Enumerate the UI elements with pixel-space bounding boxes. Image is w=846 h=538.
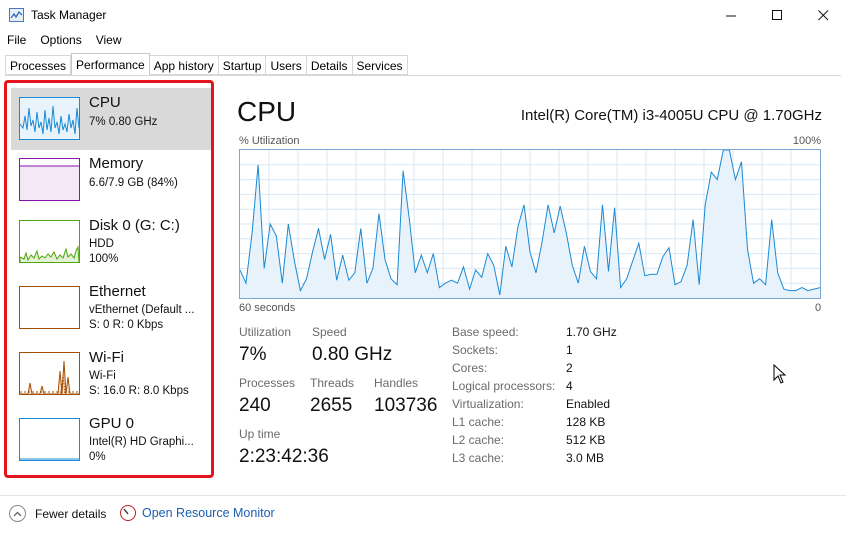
menu-bar: File Options View	[0, 31, 129, 51]
sidebar-item-detail: 6.6/7.9 GB (84%)	[89, 177, 178, 189]
tab-app-history[interactable]: App history	[149, 55, 219, 75]
spec-label-virtualization: Virtualization:	[452, 397, 524, 411]
wifi-thumbnail-graph	[19, 352, 80, 395]
spec-label-l3-cache: L3 cache:	[452, 451, 505, 465]
tab-services[interactable]: Services	[352, 55, 408, 75]
sidebar-item-detail: Intel(R) HD Graphi...	[89, 436, 194, 448]
ethernet-thumbnail-graph	[19, 286, 80, 329]
uptime-label: Up time	[239, 427, 281, 441]
tab-users[interactable]: Users	[266, 55, 307, 75]
tab-processes[interactable]: Processes	[5, 55, 72, 75]
spec-label-cores: Cores:	[452, 361, 488, 375]
sidebar-item-name: Memory	[89, 155, 144, 172]
tab-bar: Processes Performance App history Startu…	[5, 53, 408, 75]
tab-performance[interactable]: Performance	[71, 53, 150, 75]
open-resource-monitor-link[interactable]: Open Resource Monitor	[120, 505, 275, 521]
spec-value-cores: 2	[566, 361, 573, 375]
graph-y-max-label: 100%	[792, 135, 821, 147]
page-title: CPU	[237, 96, 297, 127]
tab-startup[interactable]: Startup	[218, 55, 267, 75]
sidebar-item-wifi[interactable]: Wi-Fi Wi-Fi S: 16.0 R: 8.0 Kbps	[11, 343, 211, 405]
sidebar-item-detail-2: 100%	[89, 253, 119, 265]
maximize-icon	[771, 9, 782, 20]
handles-label: Handles	[374, 376, 419, 390]
close-button[interactable]	[800, 0, 846, 30]
handles-value: 103736	[374, 395, 438, 416]
spec-label-l2-cache: L2 cache:	[452, 433, 505, 447]
resource-sidebar: CPU 7% 0.80 GHz Memory 6.6/7.9 GB (84%) …	[4, 80, 214, 478]
spec-label-base-speed: Base speed:	[452, 325, 519, 339]
utilization-value: 7%	[239, 344, 267, 365]
spec-value-virtualization: Enabled	[566, 397, 611, 411]
graph-y-label: % Utilization	[239, 135, 300, 147]
spec-value-base-speed: 1.70 GHz	[566, 325, 617, 339]
threads-value: 2655	[310, 395, 353, 416]
tab-divider	[5, 75, 841, 76]
sidebar-item-name: CPU	[89, 94, 121, 111]
gpu-thumbnail-graph	[19, 418, 80, 461]
sidebar-item-detail: 7% 0.80 GHz	[89, 116, 158, 128]
cpu-model-name: Intel(R) Core(TM) i3-4005U CPU @ 1.70GHz	[520, 107, 822, 124]
spec-label-l1-cache: L1 cache:	[452, 415, 505, 429]
sidebar-item-cpu[interactable]: CPU 7% 0.80 GHz	[11, 88, 211, 150]
cpu-thumbnail-graph	[19, 97, 80, 140]
menu-file[interactable]: File	[0, 31, 33, 51]
sidebar-item-name: GPU 0	[89, 415, 135, 432]
sidebar-item-gpu[interactable]: GPU 0 Intel(R) HD Graphi... 0%	[11, 409, 211, 471]
spec-value-l1-cache: 128 KB	[566, 415, 606, 429]
processes-value: 240	[239, 395, 271, 416]
spec-value-sockets: 1	[566, 343, 573, 357]
sidebar-item-detail-2: 0%	[89, 451, 106, 463]
graph-x-min-label: 0	[815, 302, 822, 314]
task-manager-icon	[9, 8, 24, 22]
title-bar: Task Manager	[0, 0, 846, 30]
sidebar-item-name: Wi-Fi	[89, 349, 124, 366]
maximize-button[interactable]	[754, 0, 800, 30]
spec-value-l3-cache: 3.0 MB	[566, 451, 605, 465]
window-title: Task Manager	[31, 8, 107, 22]
footer-divider	[0, 495, 846, 496]
sidebar-item-detail-2: S: 16.0 R: 8.0 Kbps	[89, 385, 189, 397]
minimize-button[interactable]	[708, 0, 754, 30]
menu-view[interactable]: View	[89, 31, 129, 51]
speed-value: 0.80 GHz	[312, 344, 393, 365]
utilization-label: Utilization	[239, 325, 292, 339]
fewer-details-button[interactable]: Fewer details	[9, 505, 106, 522]
spec-value-logical-processors: 4	[566, 379, 573, 393]
disk-thumbnail-graph	[19, 220, 80, 263]
tab-details[interactable]: Details	[306, 55, 353, 75]
sidebar-item-name: Disk 0 (G: C:)	[89, 217, 180, 234]
chevron-up-icon	[9, 505, 26, 522]
fewer-details-label: Fewer details	[35, 506, 107, 521]
sidebar-item-memory[interactable]: Memory 6.6/7.9 GB (84%)	[11, 149, 211, 211]
close-icon	[817, 9, 828, 20]
uptime-value: 2:23:42:36	[239, 446, 329, 467]
cpu-utilization-chart	[239, 149, 821, 298]
resource-monitor-icon	[120, 505, 136, 521]
minimize-icon	[725, 15, 736, 16]
sidebar-item-detail-2: S: 0 R: 0 Kbps	[89, 319, 164, 331]
sidebar-item-detail: HDD	[89, 238, 114, 250]
speed-label: Speed	[312, 325, 347, 339]
sidebar-item-name: Ethernet	[89, 283, 146, 300]
memory-thumbnail-graph	[19, 158, 80, 201]
sidebar-item-ethernet[interactable]: Ethernet vEthernet (Default ... S: 0 R: …	[11, 277, 211, 339]
sidebar-item-detail: vEthernet (Default ...	[89, 304, 195, 316]
cpu-utilization-graph	[239, 149, 821, 299]
processes-label: Processes	[239, 376, 296, 390]
mouse-cursor-icon	[773, 363, 787, 387]
spec-label-sockets: Sockets:	[452, 343, 499, 357]
sidebar-item-disk[interactable]: Disk 0 (G: C:) HDD 100%	[11, 211, 211, 273]
threads-label: Threads	[310, 376, 355, 390]
menu-options[interactable]: Options	[33, 31, 88, 51]
spec-label-logical-processors: Logical processors:	[452, 379, 556, 393]
spec-value-l2-cache: 512 KB	[566, 433, 606, 447]
resource-monitor-label: Open Resource Monitor	[142, 506, 275, 520]
graph-x-label: 60 seconds	[239, 302, 296, 314]
sidebar-item-detail: Wi-Fi	[89, 370, 116, 382]
